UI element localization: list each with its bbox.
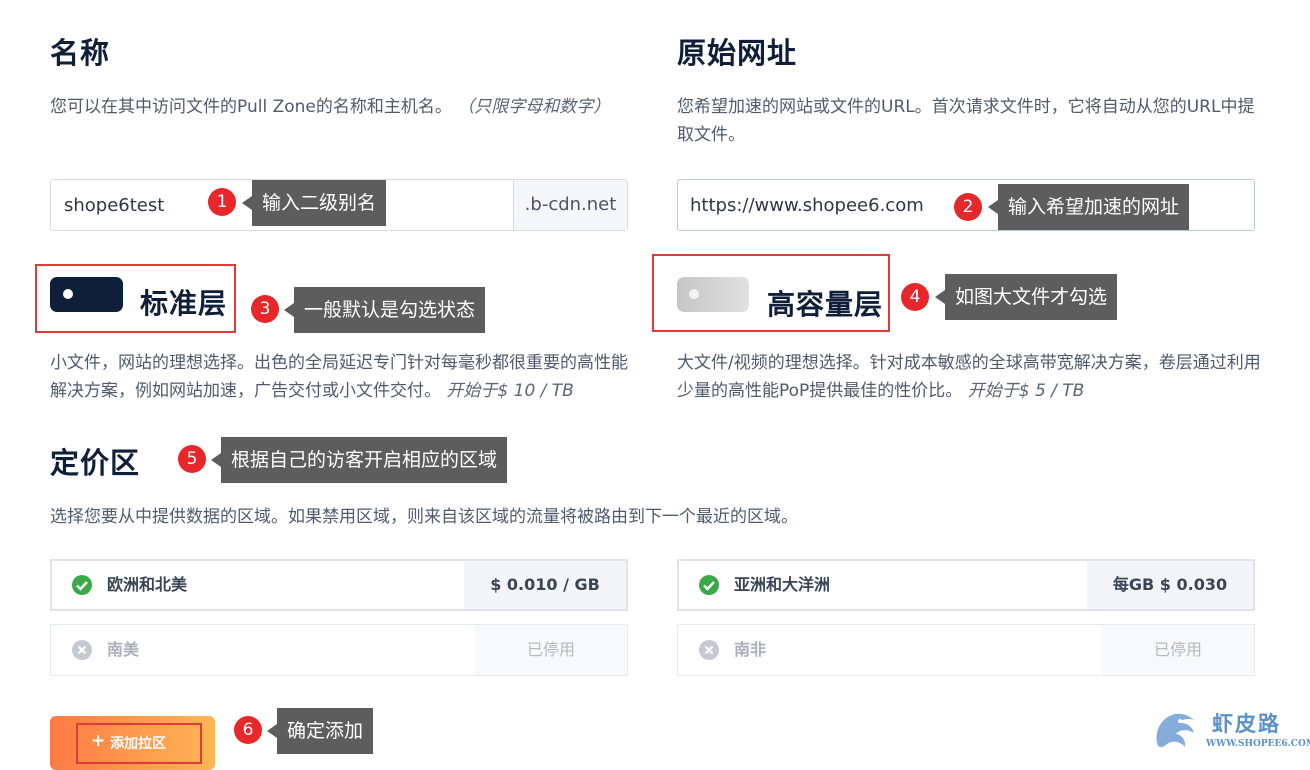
region-name: 欧洲和北美 [107,575,188,594]
region-south-africa[interactable]: 南非 已停用 [677,624,1255,676]
name-description-note: （只限字母和数字） [457,97,611,117]
annotation-badge-3: 3 [251,295,279,323]
region-name: 南非 [734,640,767,659]
hostname-suffix: .b-cdn.net [513,180,627,230]
region-price: 每GB $ 0.030 [1087,561,1253,609]
annotation-tip-4: 如图大文件才勾选 [934,274,1118,320]
watermark-url: WWW.SHOPEE6.COM [1206,739,1310,749]
annotation-badge-5: 5 [178,445,206,473]
volume-tier-description: 大文件/视频的理想选择。针对成本敏感的全球高带宽解决方案，卷层通过利用少量的高性… [677,349,1267,405]
name-description: 您可以在其中访问文件的Pull Zone的名称和主机名。 （只限字母和数字） [50,93,620,121]
toggle-knob [63,289,73,299]
check-circle-icon[interactable] [699,575,719,595]
dragon-logo-icon [1150,706,1202,758]
x-circle-icon[interactable] [699,640,719,660]
add-pull-zone-button[interactable]: + 添加拉区 [50,716,215,770]
annotation-tip-3: 一般默认是勾选状态 [283,287,486,333]
volume-tier-title: 高容量层 [767,288,884,321]
region-name: 南美 [107,640,140,659]
region-status: 已停用 [1102,625,1254,675]
region-name: 亚洲和大洋洲 [734,575,831,594]
check-circle-icon[interactable] [72,575,92,595]
origin-description: 您希望加速的网站或文件的URL。首次请求文件时，它将自动从您的URL中提取文件。 [677,97,1255,145]
pricing-zone-title: 定价区 [50,446,141,480]
standard-tier-price: 开始于$ 10 / TB [446,381,574,401]
name-title: 名称 [50,36,111,70]
region-asia-oceania[interactable]: 亚洲和大洋洲 每GB $ 0.030 [677,559,1255,611]
origin-url-input[interactable]: https://www.shopee6.com [690,180,924,232]
toggle-knob [689,289,699,299]
region-status: 已停用 [475,625,627,675]
annotation-tip-2: 输入希望加速的网址 [987,184,1190,230]
annotation-tip-6: 确定添加 [266,708,374,754]
plus-icon: + [91,731,106,751]
region-europe-north-america[interactable]: 欧洲和北美 $ 0.010 / GB [50,559,628,611]
name-description-text: 您可以在其中访问文件的Pull Zone的名称和主机名。 [50,97,452,117]
annotation-badge-2: 2 [954,193,982,221]
pricing-zone-description: 选择您要从中提供数据的区域。如果禁用区域，则来自该区域的流量将被路由到下一个最近… [50,507,798,527]
volume-tier-toggle[interactable] [677,277,749,312]
annotation-tip-1: 输入二级别名 [241,180,387,226]
annotation-tip-5: 根据自己的访客开启相应的区域 [210,437,508,483]
x-circle-icon[interactable] [72,640,92,660]
region-price: $ 0.010 / GB [464,561,626,609]
annotation-badge-6: 6 [234,716,262,744]
origin-title: 原始网址 [677,36,798,70]
add-button-label: 添加拉区 [110,736,166,752]
watermark-name: 虾皮路 [1212,712,1281,736]
volume-tier-price: 开始于$ 5 / TB [967,381,1085,401]
standard-tier-toggle[interactable] [50,277,123,312]
annotation-badge-4: 4 [901,283,929,311]
standard-tier-title: 标准层 [140,287,228,320]
standard-tier-description: 小文件，网站的理想选择。出色的全局延迟专门针对每毫秒都很重要的高性能解决方案，例… [50,349,640,405]
annotation-badge-1: 1 [208,188,236,216]
region-south-america[interactable]: 南美 已停用 [50,624,628,676]
zone-name-input[interactable]: shope6test [64,180,164,232]
